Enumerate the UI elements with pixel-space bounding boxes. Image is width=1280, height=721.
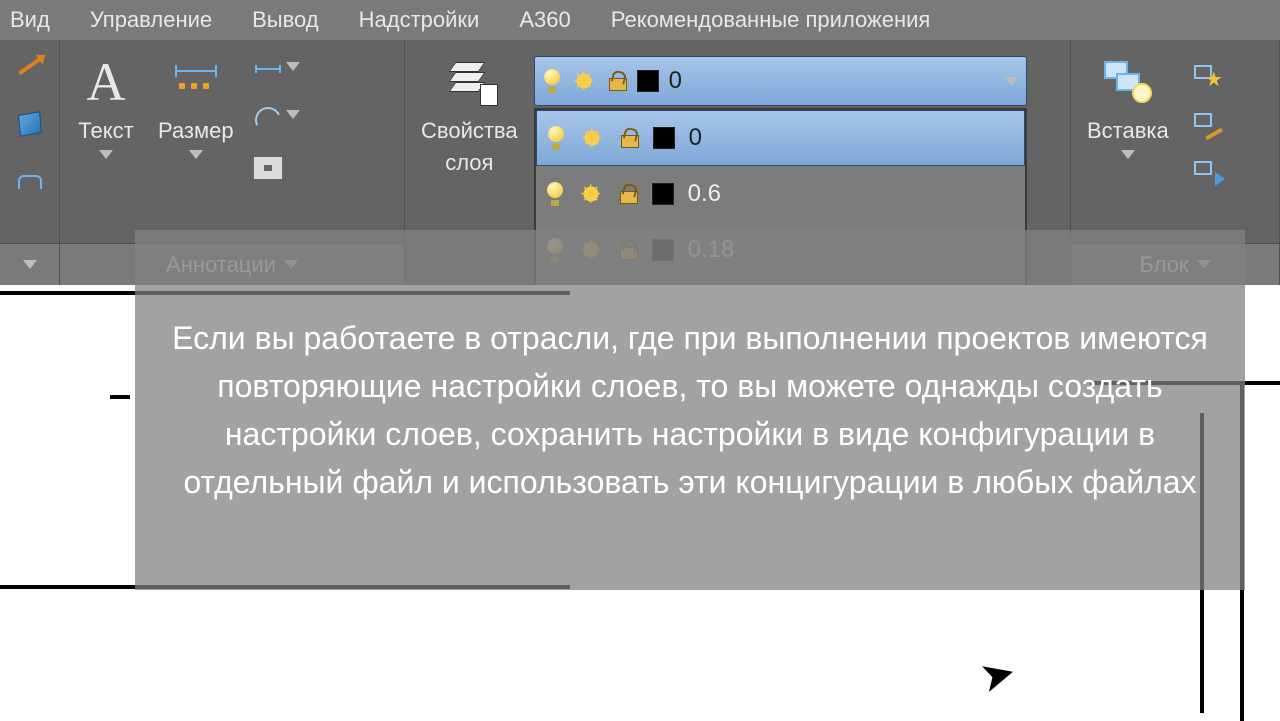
layer-properties-button[interactable]: Свойства слоя <box>415 48 524 180</box>
dimension-label: Размер <box>158 118 234 144</box>
layerprops-label: слоя <box>445 150 493 176</box>
layer-row[interactable]: 0 <box>536 110 1025 166</box>
menu-item[interactable]: Управление <box>90 7 212 33</box>
text-label: Текст <box>78 118 133 144</box>
layer-row[interactable]: 0.6 <box>536 166 1025 222</box>
sun-icon <box>571 68 597 94</box>
menu-item[interactable]: Вид <box>10 7 50 33</box>
insert-block-button[interactable]: Вставка <box>1081 48 1175 163</box>
menu-item[interactable]: Рекомендованные приложения <box>611 7 931 33</box>
color-swatch <box>637 70 659 92</box>
create-block-icon[interactable]: ★ <box>1185 54 1221 90</box>
subtitle-overlay: Если вы работаете в отрасли, где при вып… <box>135 230 1245 590</box>
table-icon[interactable] <box>250 150 286 186</box>
menu-item[interactable]: Вывод <box>252 7 319 33</box>
color-swatch[interactable] <box>652 183 674 205</box>
menu-bar: Вид Управление Вывод Надстройки A360 Рек… <box>0 0 1280 40</box>
layers-icon <box>444 60 494 104</box>
bulb-icon <box>543 69 561 93</box>
edit-block-icon[interactable] <box>1185 102 1221 138</box>
layer-combo[interactable]: 0 <box>534 56 1027 106</box>
menu-item[interactable]: Надстройки <box>359 7 480 33</box>
sun-icon[interactable] <box>578 181 604 207</box>
bulb-icon[interactable] <box>546 182 564 206</box>
block-insert-icon <box>1102 59 1154 105</box>
layer-name: 0.6 <box>688 180 721 208</box>
lock-icon[interactable] <box>618 184 638 204</box>
brush-icon[interactable] <box>12 48 48 84</box>
extrude-icon[interactable] <box>12 164 48 200</box>
edit-attributes-icon[interactable] <box>1185 150 1221 186</box>
bulb-icon[interactable] <box>547 126 565 150</box>
chevron-down-icon <box>1121 150 1135 159</box>
arc-leader-icon[interactable] <box>250 102 286 138</box>
current-layer-name: 0 <box>669 67 682 95</box>
sun-icon[interactable] <box>579 125 605 151</box>
menu-item[interactable]: A360 <box>519 7 570 33</box>
lock-icon[interactable] <box>619 128 639 148</box>
dimension-button[interactable]: Размер <box>152 48 240 163</box>
color-swatch[interactable] <box>653 127 675 149</box>
insert-label: Вставка <box>1087 118 1169 144</box>
linear-dim-icon[interactable] <box>250 54 286 90</box>
chevron-down-icon <box>1004 77 1018 86</box>
panel-title[interactable] <box>0 243 59 285</box>
lock-icon <box>607 71 627 91</box>
subtitle-text: Если вы работаете в отрасли, где при вып… <box>155 314 1225 506</box>
layer-name: 0 <box>689 124 702 152</box>
dimension-icon <box>171 61 221 103</box>
text-button[interactable]: A Текст <box>70 48 142 163</box>
layerprops-label: Свойства <box>421 118 518 144</box>
chevron-down-icon <box>189 150 203 159</box>
letter-a-icon: A <box>87 55 126 109</box>
chevron-down-icon <box>99 150 113 159</box>
cube-icon[interactable] <box>12 106 48 142</box>
